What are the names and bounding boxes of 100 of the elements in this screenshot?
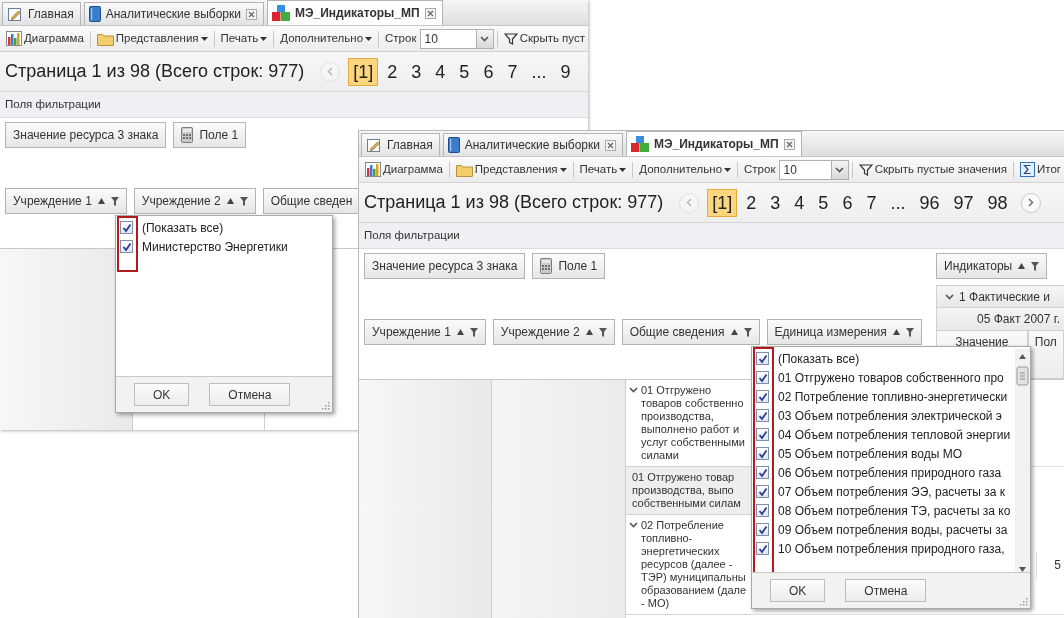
- checkbox[interactable]: [756, 523, 769, 536]
- field-button[interactable]: Учреждение 1: [364, 319, 486, 345]
- toolbar-button[interactable]: Печать: [576, 160, 630, 179]
- page-link[interactable]: 5: [454, 57, 475, 86]
- toolbar-button[interactable]: Диаграмма: [3, 29, 87, 48]
- sort-icon[interactable]: [97, 198, 105, 204]
- option-label[interactable]: 08 Объем потребления ТЭ, расчеты за ко: [778, 501, 1011, 520]
- page-link[interactable]: 6: [837, 188, 858, 217]
- column-header[interactable]: 1 Фактические и: [936, 285, 1064, 308]
- page-link[interactable]: [1]: [348, 57, 379, 86]
- page-link[interactable]: 2: [741, 188, 762, 217]
- chevron-icon[interactable]: [629, 522, 638, 528]
- field-button[interactable]: Индикаторы: [936, 253, 1048, 279]
- sort-icon[interactable]: [585, 329, 593, 335]
- page-link[interactable]: [1]: [707, 188, 738, 217]
- option-label[interactable]: 01 Отгружено товаров собственного про: [778, 368, 1004, 387]
- field-button[interactable]: Учреждение 2: [133, 188, 256, 214]
- tab[interactable]: Аналитические выборки: [83, 2, 264, 25]
- sort-icon[interactable]: [1018, 263, 1026, 269]
- filter-icon[interactable]: [743, 327, 752, 337]
- toolbar-button[interactable]: Скрыть пуст: [500, 29, 588, 48]
- option-label[interactable]: 06 Объем потребления природного газа: [778, 463, 1002, 482]
- page-link[interactable]: ...: [885, 188, 911, 217]
- page-link[interactable]: 9: [555, 57, 576, 86]
- sort-icon[interactable]: [892, 329, 900, 335]
- filter-icon[interactable]: [598, 327, 607, 337]
- checkbox[interactable]: [756, 409, 769, 422]
- tab[interactable]: Главная: [2, 2, 81, 25]
- chevron-icon[interactable]: [629, 387, 638, 393]
- option-label[interactable]: 04 Объем потребления тепловой энергии: [778, 425, 1011, 444]
- resize-grip-icon[interactable]: [321, 401, 330, 410]
- option-label[interactable]: 10 Объем потребления природного газа,: [778, 539, 1005, 558]
- chevron-icon[interactable]: [480, 35, 490, 42]
- close-icon[interactable]: [424, 7, 436, 19]
- page-link[interactable]: 98: [982, 188, 1013, 217]
- checkbox[interactable]: [756, 390, 769, 403]
- field-button[interactable]: Единица измерения: [766, 319, 922, 345]
- ok-button[interactable]: OK: [770, 579, 826, 602]
- field-button[interactable]: Учреждение 2: [492, 319, 615, 345]
- close-icon[interactable]: [783, 138, 795, 150]
- cancel-button[interactable]: Отмена: [845, 579, 927, 602]
- page-link[interactable]: 96: [914, 188, 945, 217]
- field-button[interactable]: Значение ресурса 3 знака: [5, 122, 167, 148]
- page-link[interactable]: ...: [526, 57, 552, 86]
- field-button[interactable]: Поле 1: [532, 253, 606, 279]
- cancel-button[interactable]: Отмена: [209, 383, 291, 406]
- option-label[interactable]: 05 Объем потребления воды МО: [778, 444, 962, 463]
- chevron-icon[interactable]: [945, 293, 954, 300]
- option-label[interactable]: 07 Объем потребления ЭЭ, расчеты за к: [778, 482, 1005, 501]
- rows-dropdown[interactable]: 10: [420, 28, 494, 49]
- toolbar-button[interactable]: Дополнительно: [277, 29, 376, 48]
- checkbox[interactable]: [756, 485, 769, 498]
- page-link[interactable]: 3: [406, 57, 427, 86]
- option-label[interactable]: 09 Объем потребления воды, расчеты за: [778, 520, 1008, 539]
- page-link[interactable]: 5: [813, 188, 834, 217]
- toolbar-button[interactable]: Представления: [452, 160, 570, 179]
- field-button[interactable]: Учреждение 1: [5, 188, 127, 214]
- tab[interactable]: МЭ_Индикаторы_МП: [266, 0, 443, 25]
- field-button[interactable]: Общие сведен: [262, 188, 361, 214]
- checkbox[interactable]: [756, 352, 769, 365]
- filter-icon[interactable]: [469, 327, 478, 337]
- checkbox[interactable]: [756, 371, 769, 384]
- close-icon[interactable]: [245, 8, 257, 20]
- page-link[interactable]: 97: [948, 188, 979, 217]
- option-label[interactable]: Министерство Энергетики: [142, 237, 288, 256]
- toolbar-button[interactable]: Представления: [93, 29, 211, 48]
- option-label[interactable]: (Показать все): [142, 218, 224, 237]
- field-button[interactable]: Общие сведения: [621, 319, 760, 345]
- toolbar-button[interactable]: Печать: [217, 29, 271, 48]
- option-label[interactable]: (Показать все): [778, 349, 860, 368]
- filter-icon[interactable]: [110, 196, 119, 206]
- filter-icon[interactable]: [1031, 261, 1040, 271]
- filter-icon[interactable]: [905, 327, 914, 337]
- toolbar-button[interactable]: Диаграмма: [362, 160, 446, 179]
- tab[interactable]: МЭ_Индикаторы_МП: [625, 131, 802, 156]
- page-link[interactable]: 6: [478, 57, 499, 86]
- checkbox[interactable]: [120, 221, 133, 234]
- filter-icon[interactable]: [239, 196, 248, 206]
- toolbar-button[interactable]: Итог: [1017, 160, 1064, 179]
- page-link[interactable]: 4: [430, 57, 451, 86]
- page-link[interactable]: 3: [765, 188, 786, 217]
- field-button[interactable]: Поле 1: [173, 122, 247, 148]
- close-icon[interactable]: [604, 139, 616, 151]
- option-label[interactable]: 03 Объем потребления электрической э: [778, 406, 1002, 425]
- sort-icon[interactable]: [226, 198, 234, 204]
- ok-button[interactable]: OK: [134, 383, 190, 406]
- checkbox[interactable]: [756, 428, 769, 441]
- tab[interactable]: Главная: [361, 133, 440, 156]
- page-link[interactable]: 2: [382, 57, 403, 86]
- column-header[interactable]: Пол: [1027, 331, 1064, 379]
- option-label[interactable]: 02 Потребление топливно-энергетически: [778, 387, 1008, 406]
- toolbar-button[interactable]: Дополнительно: [636, 160, 735, 179]
- page-link[interactable]: 7: [502, 57, 523, 86]
- checkbox[interactable]: [756, 447, 769, 460]
- sort-icon[interactable]: [730, 329, 738, 335]
- chevron-icon[interactable]: [835, 166, 845, 173]
- checkbox[interactable]: [120, 240, 133, 253]
- toolbar-button[interactable]: Скрыть пустые значения: [855, 160, 1010, 179]
- checkbox[interactable]: [756, 466, 769, 479]
- scrollbar[interactable]: [1015, 349, 1030, 572]
